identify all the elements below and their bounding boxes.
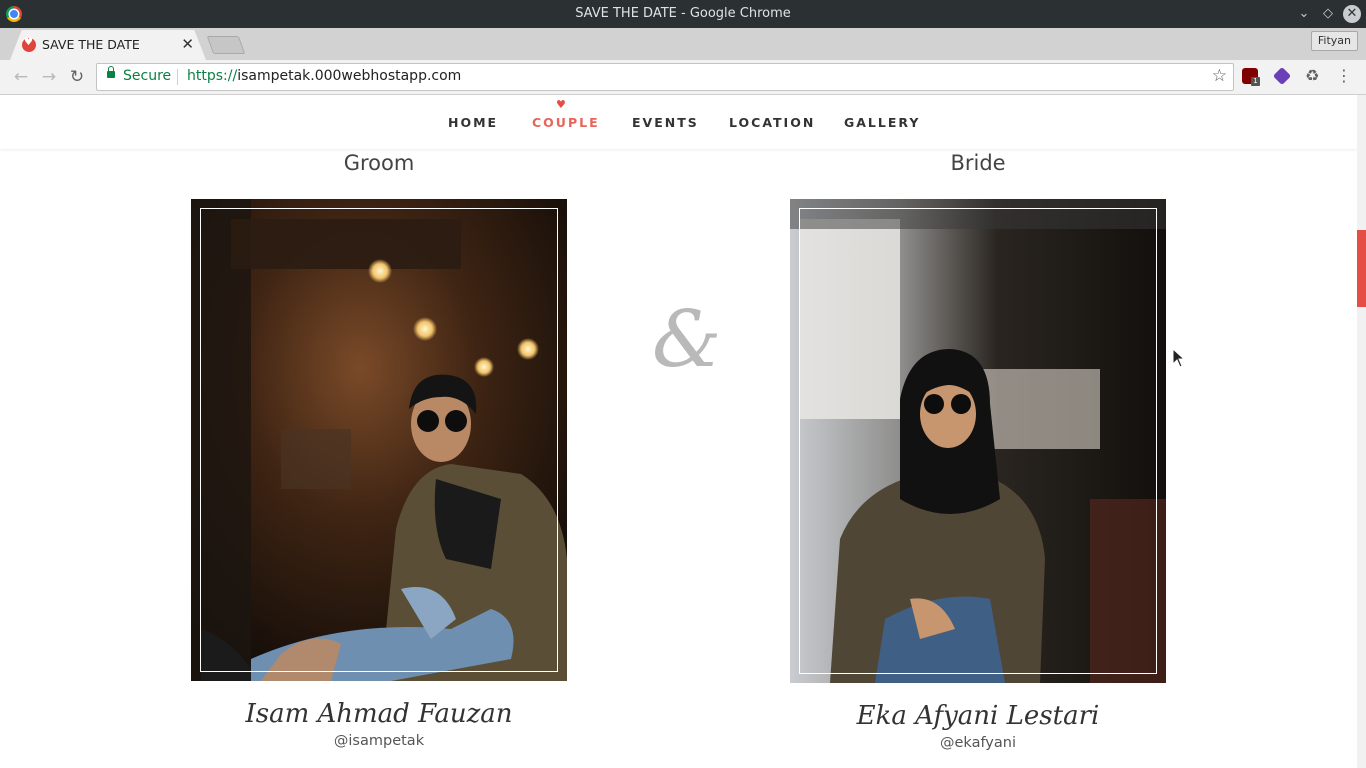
active-heart-icon: ♥ (556, 98, 566, 111)
bride-photo-frame (799, 208, 1157, 674)
bride-name: Eka Afyani Lestari (856, 701, 1100, 731)
omnibox-divider (177, 69, 178, 85)
minimize-icon[interactable]: ⌄ (1294, 4, 1314, 24)
site-navbar: ♥ HOME COUPLE EVENTS LOCATION GALLERY (0, 95, 1357, 149)
window-title: SAVE THE DATE - Google Chrome (575, 6, 791, 21)
tab-title: SAVE THE DATE (42, 37, 140, 52)
bride-photo (790, 199, 1166, 683)
groom-handle[interactable]: @isampetak (191, 733, 567, 749)
recycle-extension-icon[interactable]: ♻ (1305, 68, 1321, 84)
ublock-badge: 1 (1251, 77, 1260, 86)
new-tab-button[interactable] (206, 36, 246, 54)
groom-heading: Groom (343, 151, 415, 175)
tab-close-icon[interactable]: ✕ (181, 35, 194, 53)
tab-strip: SAVE THE DATE ✕ Fityan (0, 28, 1366, 60)
groom-photo (191, 199, 567, 681)
cube-extension-icon[interactable] (1272, 66, 1292, 86)
lock-icon (107, 66, 115, 78)
heart-favicon-icon (22, 37, 36, 52)
nav-home[interactable]: HOME (448, 115, 498, 130)
bookmark-star-icon[interactable]: ☆ (1212, 66, 1227, 86)
address-bar[interactable]: Secure https://isampetak.000webhostapp.c… (96, 63, 1234, 91)
scrollbar-thumb[interactable] (1357, 230, 1366, 307)
nav-events[interactable]: EVENTS (632, 115, 699, 130)
url-text[interactable]: https://isampetak.000webhostapp.com (187, 68, 461, 84)
mouse-cursor-icon (1172, 348, 1186, 368)
maximize-icon[interactable]: ◇ (1318, 4, 1338, 24)
page-viewport: ♥ HOME COUPLE EVENTS LOCATION GALLERY Gr… (0, 95, 1357, 768)
page-scrollbar[interactable] (1357, 95, 1366, 768)
nav-gallery[interactable]: GALLERY (844, 115, 920, 130)
nav-couple[interactable]: COUPLE (532, 115, 600, 130)
browser-toolbar: ← → ↻ Secure https://isampetak.000webhos… (0, 60, 1366, 95)
groom-photo-frame (200, 208, 558, 672)
close-window-icon[interactable]: ✕ (1343, 5, 1361, 23)
groom-name: Isam Ahmad Fauzan (245, 699, 513, 729)
nav-location[interactable]: LOCATION (729, 115, 815, 130)
back-icon[interactable]: ← (10, 66, 32, 88)
secure-label: Secure (123, 68, 172, 84)
tab-save-the-date[interactable]: SAVE THE DATE ✕ (10, 30, 206, 60)
reload-icon[interactable]: ↻ (66, 66, 88, 88)
forward-icon[interactable]: → (38, 66, 60, 88)
bride-heading: Bride (950, 151, 1006, 175)
profile-button[interactable]: Fityan (1310, 31, 1358, 51)
window-titlebar: SAVE THE DATE - Google Chrome ⌄ ◇ ✕ (0, 0, 1366, 28)
chrome-menu-icon[interactable]: ⋮ (1336, 68, 1352, 84)
ublock-extension-icon[interactable]: 1 (1242, 68, 1260, 86)
bride-handle[interactable]: @ekafyani (790, 735, 1166, 751)
ampersand-ornament: & (652, 295, 722, 385)
